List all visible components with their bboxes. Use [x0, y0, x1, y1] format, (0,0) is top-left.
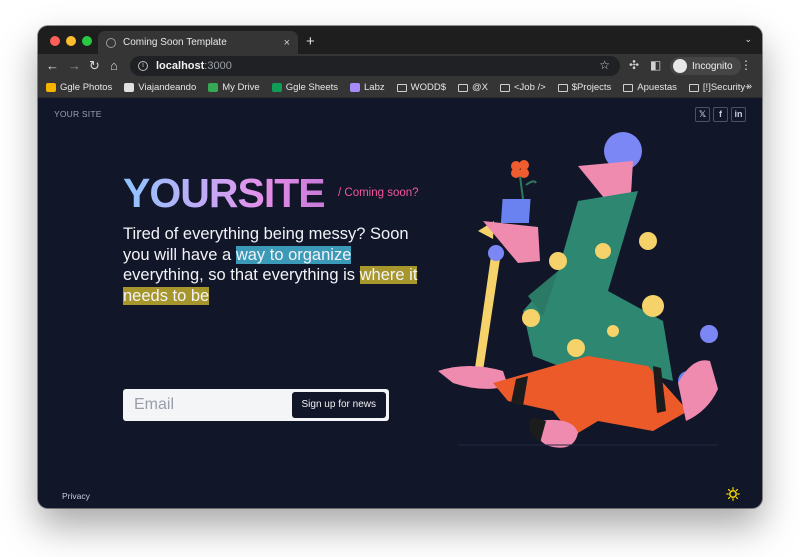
reload-icon[interactable]: ↻: [89, 57, 100, 75]
wordpress-icon: [124, 83, 135, 92]
bookmark-item[interactable]: [!]Security+: [688, 82, 751, 93]
bookmark-item[interactable]: My Drive: [208, 82, 260, 93]
sun-icon[interactable]: [726, 487, 740, 501]
close-tab-icon[interactable]: ×: [284, 37, 290, 49]
tab-coming-soon[interactable]: Coming Soon Template ×: [98, 31, 298, 54]
folder-icon: [396, 83, 407, 92]
home-icon[interactable]: ⌂: [110, 57, 118, 75]
tagline-highlight-1: way to organize: [235, 245, 352, 264]
browser-menu-icon[interactable]: ⋮: [740, 58, 752, 72]
bookmark-star-icon[interactable]: ☆: [599, 58, 610, 72]
linkedin-icon[interactable]: in: [731, 107, 746, 122]
incognito-badge[interactable]: Incognito: [670, 57, 741, 75]
x-twitter-icon[interactable]: 𝕏: [695, 107, 710, 122]
forward-icon[interactable]: →: [68, 57, 81, 75]
tagline-text-2: everything, so that everything is: [123, 266, 360, 284]
photos-icon: [46, 83, 56, 92]
address-bar[interactable]: i localhost :3000 ☆: [130, 56, 620, 76]
site-name-small[interactable]: YOUR SITE: [54, 109, 102, 119]
bookmark-item[interactable]: Apuestas: [623, 82, 677, 93]
bookmark-label: My Drive: [222, 82, 260, 93]
bookmark-label: Labz: [364, 82, 385, 93]
facebook-icon[interactable]: f: [713, 107, 728, 122]
folder-icon: [557, 83, 568, 92]
maximize-window-button[interactable]: [82, 36, 92, 46]
tab-bar: Coming Soon Template × + ⌄: [38, 26, 762, 54]
bookmark-label: Ggle Sheets: [285, 82, 339, 93]
window-controls: [50, 36, 92, 46]
bookmark-item[interactable]: $Projects: [557, 82, 612, 93]
url-port: :3000: [204, 60, 232, 72]
bookmark-item[interactable]: <Job />: [499, 82, 546, 93]
logo-site: SITE: [237, 170, 325, 216]
bookmark-item[interactable]: WODD$: [396, 82, 446, 93]
bookmark-label: [!]Security+: [702, 82, 751, 93]
tab-search-icon[interactable]: ⌄: [744, 34, 752, 45]
signup-form: Email Sign up for news: [123, 389, 389, 421]
site-logo: YOURSITE: [123, 171, 325, 215]
incognito-icon: [673, 59, 687, 73]
bookmark-item[interactable]: Labz: [350, 82, 385, 93]
bookmark-item[interactable]: Ggle Photos: [46, 82, 112, 93]
bookmark-item[interactable]: Ggle Sheets: [271, 82, 339, 93]
folder-icon: [688, 83, 699, 92]
bookmark-label: <Job />: [513, 82, 546, 93]
folder-icon: [458, 83, 468, 92]
bookmark-item[interactable]: Viajandeando: [124, 82, 196, 93]
bookmark-item[interactable]: @X: [458, 82, 488, 93]
folder-icon: [499, 83, 510, 92]
globe-icon: [106, 37, 116, 48]
browser-toolbar: ← → ↻ ⌂ i localhost :3000 ☆ ✣ ◧ Incognit…: [38, 54, 762, 78]
bookmarks-bar: Ggle Photos Viajandeando My Drive Ggle Shee…: [38, 78, 762, 98]
blue-pot-shape: [500, 199, 531, 223]
new-tab-button[interactable]: +: [306, 33, 315, 50]
pencil-shape: [475, 256, 500, 371]
labz-icon: [350, 83, 361, 92]
hero-illustration: [438, 132, 718, 448]
bookmark-label: Viajandeando: [138, 82, 197, 93]
site-info-icon[interactable]: i: [138, 61, 148, 71]
bookmark-label: Apuestas: [637, 82, 677, 93]
privacy-link[interactable]: Privacy: [62, 491, 90, 501]
more-bookmarks-icon[interactable]: »: [746, 81, 752, 92]
bookmark-label: Ggle Photos: [60, 82, 113, 93]
email-input[interactable]: Email: [123, 396, 292, 414]
incognito-label: Incognito: [692, 60, 733, 72]
bookmark-label: $Projects: [571, 82, 612, 93]
signup-button[interactable]: Sign up for news: [291, 392, 386, 418]
sheets-icon: [271, 83, 282, 92]
bookmark-label: WODD$: [410, 82, 446, 93]
close-window-button[interactable]: [50, 36, 60, 46]
tab-title: Coming Soon Template: [123, 37, 227, 48]
page-content: YOUR SITE 𝕏 f in YOURSITE / Coming soon?…: [38, 99, 762, 508]
back-icon[interactable]: ←: [46, 57, 59, 75]
sidepanel-icon[interactable]: ◧: [650, 58, 661, 72]
minimize-window-button[interactable]: [66, 36, 76, 46]
bookmark-label: @X: [472, 82, 488, 93]
tagline: Tired of everything being messy? Soon yo…: [123, 224, 433, 306]
extensions-icon[interactable]: ✣: [629, 58, 639, 72]
drive-icon: [208, 83, 219, 92]
folder-icon: [623, 83, 634, 92]
browser-window: Coming Soon Template × + ⌄ ← → ↻ ⌂ i loc…: [38, 26, 762, 508]
url-host: localhost: [156, 60, 205, 72]
flower-icon: [511, 160, 537, 200]
logo-your: YOUR: [123, 170, 238, 216]
social-links: 𝕏 f in: [695, 107, 746, 122]
